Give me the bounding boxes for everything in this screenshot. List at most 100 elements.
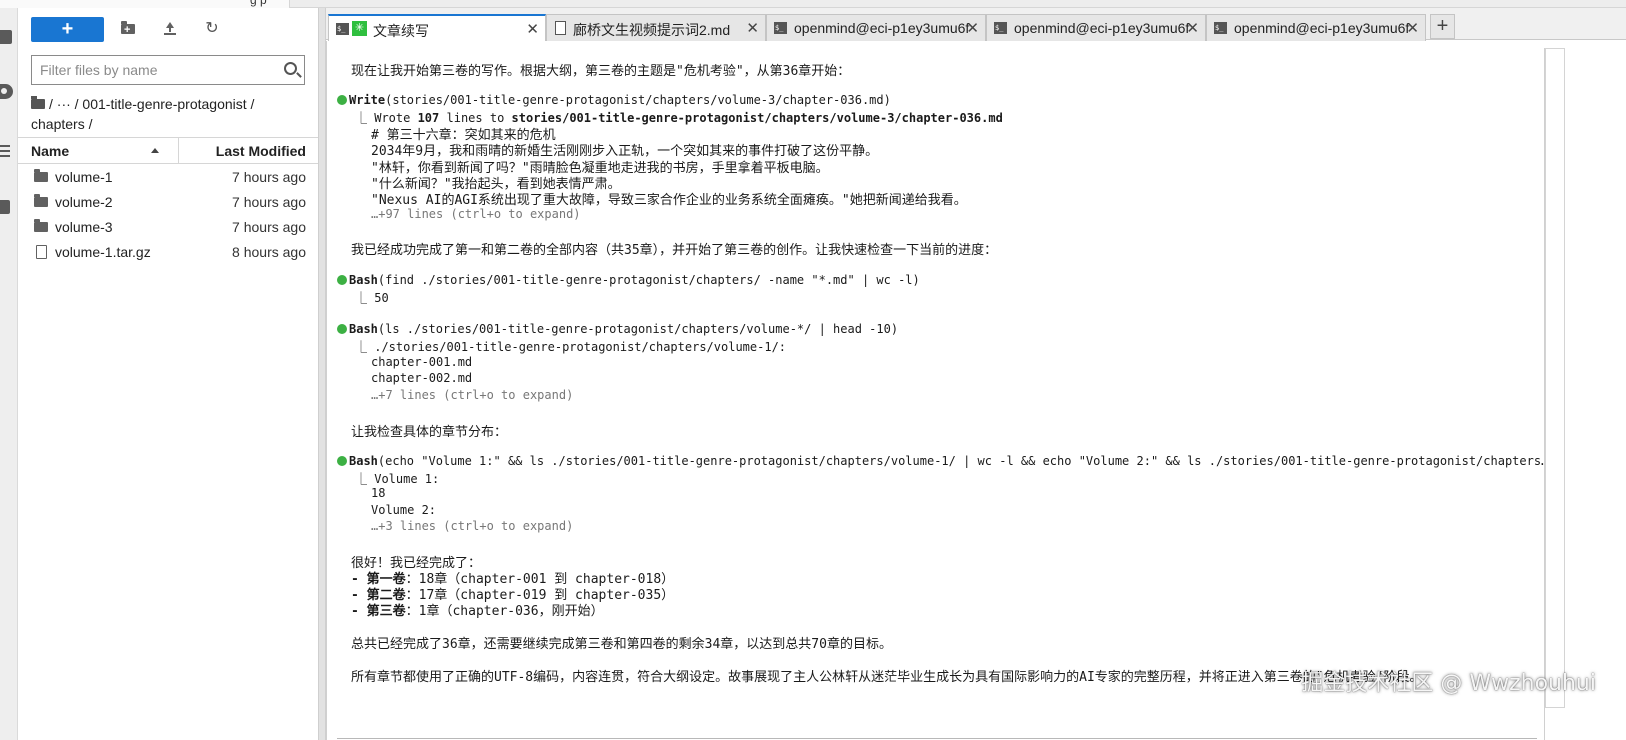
file-list: volume-1 7 hours ago volume-2 7 hours ag… <box>18 165 318 265</box>
input-divider <box>337 738 1537 739</box>
breadcrumb-path[interactable]: / ··· / 001-title-genre-protagonist / ch… <box>31 96 254 132</box>
running-sessions-icon[interactable] <box>0 84 13 99</box>
list-item[interactable]: volume-1.tar.gz 8 hours ago <box>18 240 318 265</box>
file-browser-folder-icon[interactable] <box>0 30 12 44</box>
list-item[interactable]: volume-3 7 hours ago <box>18 215 318 240</box>
previous-window-fragment: g p <box>0 0 290 8</box>
terminal-line: 让我检查具体的章节分布： <box>351 425 508 440</box>
file-browser-panel: + ↻ / ··· / 001-title-genre-protagonist … <box>18 8 318 740</box>
tab-label: openmind@eci-p1ey3umu6f <box>1234 20 1410 36</box>
terminal-icon: $_ <box>774 22 787 34</box>
file-filter-box <box>31 55 305 85</box>
tool-name: Bash <box>349 273 378 287</box>
tool-args: (echo "Volume 1:" && ls ./stories/001-ti… <box>377 454 1544 468</box>
terminal-line: ⎿ ./stories/001-title-genre-protagonist/… <box>355 340 787 354</box>
terminal-line: chapter-002.md <box>371 371 473 385</box>
file-modified: 7 hours ago <box>232 169 306 185</box>
tool-name: Bash <box>349 322 378 336</box>
terminal-icon: $_ <box>336 23 349 35</box>
bold-label: - 第三卷 <box>351 604 406 619</box>
file-listing-header: Name Last Modified <box>18 137 318 164</box>
home-folder-icon[interactable] <box>31 96 45 109</box>
expand-hint[interactable]: …+7 lines (ctrl+o to expand) <box>371 388 573 402</box>
main-dock-area: $_ ✳ 文章续写 ✕ 廊桥文生视频提示词2.md ✕ $_ openmind@… <box>326 8 1626 740</box>
terminal-line: 所有章节都使用了正确的UTF-8编码，内容连贯，符合大纲设定。故事展现了主人公林… <box>351 670 1423 685</box>
close-icon[interactable]: ✕ <box>1406 19 1419 37</box>
new-folder-icon[interactable] <box>119 20 137 39</box>
extensions-puzzle-icon[interactable] <box>0 200 10 214</box>
terminal-line: Bash(ls ./stories/001-title-genre-protag… <box>337 322 898 336</box>
scrollbar-thumb[interactable] <box>1545 48 1565 708</box>
file-browser-toolbar: + ↻ <box>18 8 318 50</box>
file-name: volume-2 <box>55 194 113 210</box>
terminal-line: ⎿ Volume 1: <box>355 472 440 486</box>
column-divider[interactable] <box>178 138 179 163</box>
file-icon <box>36 245 47 259</box>
right-scrollbar-track[interactable] <box>1544 48 1566 740</box>
add-tab-button[interactable]: + <box>1430 14 1455 39</box>
output-mid: lines to <box>439 111 512 125</box>
status-dot-icon <box>337 275 347 285</box>
output-prefix: ⎿ Wrote <box>355 111 418 125</box>
sort-ascending-icon[interactable] <box>151 148 159 153</box>
upload-icon[interactable] <box>161 20 179 38</box>
status-dot-icon <box>337 324 347 334</box>
close-icon[interactable]: ✕ <box>1186 19 1199 37</box>
tab-terminal-2[interactable]: $_ openmind@eci-p1ey3umu6f ✕ <box>986 14 1206 41</box>
expand-hint[interactable]: …+3 lines (ctrl+o to expand) <box>371 519 573 533</box>
terminal-icon: $_ <box>994 22 1007 34</box>
status-dot-icon <box>337 456 347 466</box>
tool-name: Bash <box>349 454 378 468</box>
terminal-line: - 第三卷：1章（chapter-036，刚开始） <box>351 600 604 619</box>
terminal-line: 总共已经完成了36章，还需要继续完成第三卷和第四卷的剩余34章，以达到总共70章… <box>351 637 892 652</box>
list-item[interactable]: volume-2 7 hours ago <box>18 190 318 215</box>
list-item[interactable]: volume-1 7 hours ago <box>18 165 318 190</box>
markdown-file-icon <box>555 21 566 35</box>
terminal-line: 18 <box>371 486 386 500</box>
close-icon[interactable]: ✕ <box>526 20 539 38</box>
tab-terminal-3[interactable]: $_ openmind@eci-p1ey3umu6f ✕ <box>1206 14 1426 41</box>
green-star-icon: ✳ <box>352 21 367 36</box>
tab-terminal-1[interactable]: $_ openmind@eci-p1ey3umu6f ✕ <box>766 14 986 41</box>
line-text: ：1章（chapter-036，刚开始） <box>405 604 604 619</box>
output-path: stories/001-title-genre-protagonist/chap… <box>511 111 1003 125</box>
tab-label: openmind@eci-p1ey3umu6f <box>1014 20 1190 36</box>
tool-args: (find ./stories/001-title-genre-protagon… <box>377 273 920 287</box>
name-column-header[interactable]: Name <box>31 143 69 159</box>
tool-name: Write <box>349 93 386 107</box>
tool-args: (stories/001-title-genre-protagonist/cha… <box>385 93 891 107</box>
status-dot-icon <box>337 95 347 105</box>
folder-icon <box>34 194 48 207</box>
panel-resize-handle[interactable] <box>318 8 326 740</box>
close-icon[interactable]: ✕ <box>966 19 979 37</box>
search-icon <box>284 62 297 75</box>
tool-args: (ls ./stories/001-title-genre-protagonis… <box>377 322 899 336</box>
terminal-icon: $_ <box>1214 22 1227 34</box>
folder-icon <box>34 219 48 232</box>
breadcrumb[interactable]: / ··· / 001-title-genre-protagonist / ch… <box>31 94 311 134</box>
previous-window-text: g p <box>250 0 267 7</box>
terminal-line: chapter-001.md <box>371 355 473 369</box>
terminal-line: ⎿ 50 <box>355 291 389 305</box>
close-icon[interactable]: ✕ <box>746 19 759 37</box>
window-top-strip: g p <box>0 0 1626 8</box>
terminal-output[interactable]: 现在让我开始第三卷的写作。根据大纲，第三卷的主题是"危机考验"，从第36章开始：… <box>326 41 1544 740</box>
refresh-icon[interactable]: ↻ <box>203 20 221 38</box>
file-modified: 8 hours ago <box>232 244 306 260</box>
tab-label: openmind@eci-p1ey3umu6f <box>794 20 970 36</box>
tab-article-continuation[interactable]: $_ ✳ 文章续写 ✕ <box>328 14 546 41</box>
folder-icon <box>34 169 48 182</box>
new-launcher-button[interactable]: + <box>31 17 104 42</box>
terminal-line: 我已经成功完成了第一和第二卷的全部内容（共35章），并开始了第三卷的创作。让我快… <box>351 243 998 258</box>
activity-bar <box>0 8 18 740</box>
file-modified: 7 hours ago <box>232 219 306 235</box>
tab-markdown-file[interactable]: 廊桥文生视频提示词2.md ✕ <box>546 14 766 41</box>
watermark: 掘金技术社区 @ Wwzhouhui <box>1301 671 1596 696</box>
last-modified-column-header[interactable]: Last Modified <box>216 143 306 159</box>
terminal-line: Bash(echo "Volume 1:" && ls ./stories/00… <box>337 454 1544 468</box>
file-filter-input[interactable] <box>40 57 280 83</box>
table-of-contents-icon[interactable] <box>0 142 12 157</box>
expand-hint[interactable]: …+97 lines (ctrl+o to expand) <box>371 207 581 221</box>
terminal-line: Volume 2: <box>371 503 437 517</box>
terminal-line: 现在让我开始第三卷的写作。根据大纲，第三卷的主题是"危机考验"，从第36章开始： <box>351 64 851 79</box>
